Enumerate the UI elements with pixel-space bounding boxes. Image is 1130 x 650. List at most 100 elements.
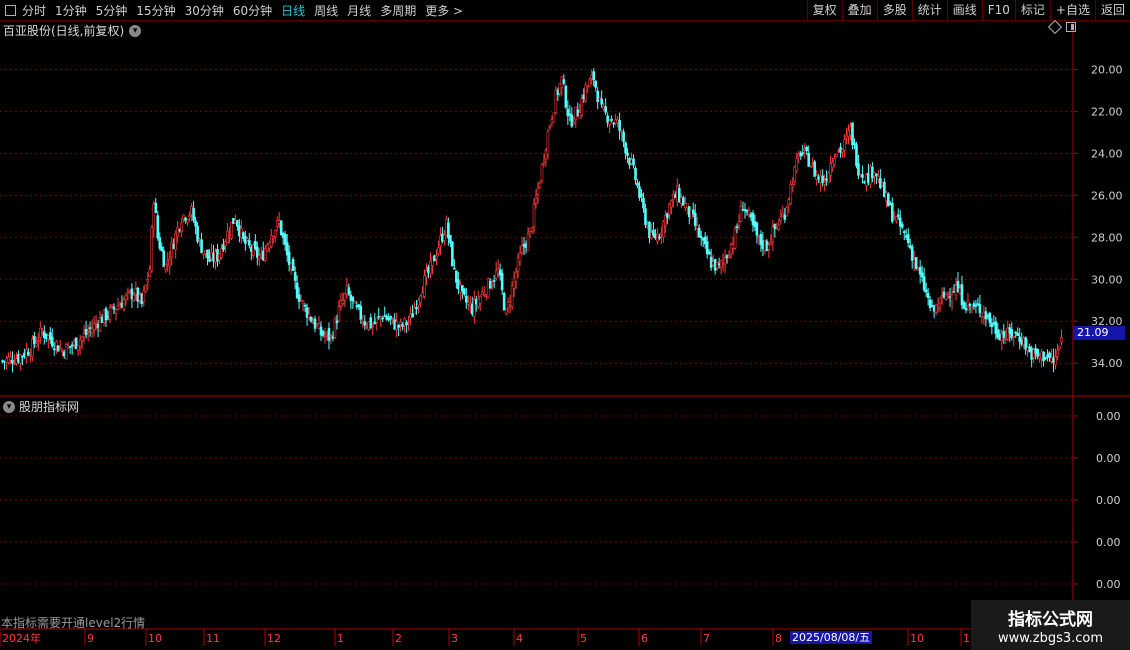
candle-body [78, 339, 82, 347]
candle-body [584, 84, 588, 101]
candle-body [39, 327, 42, 338]
candle-body [510, 285, 514, 307]
candle-body [1002, 331, 1006, 338]
watermark-url: www.zbgs3.com [997, 631, 1104, 646]
chevron-down-icon[interactable]: ▾ [129, 24, 142, 37]
x-tick-label: 2 [395, 632, 402, 645]
candle-body [273, 230, 277, 237]
candle-body [1036, 348, 1039, 357]
candle-body [230, 222, 233, 239]
candle-body [415, 307, 418, 310]
candle-body [492, 280, 496, 282]
candle-body [813, 161, 816, 177]
candle-body [604, 106, 607, 113]
candle-body [11, 359, 14, 364]
candle-body [767, 244, 771, 250]
candle-body [359, 305, 363, 320]
candle-body [465, 295, 468, 303]
candle-body [407, 320, 410, 323]
candle-body [287, 251, 291, 266]
candle-body [504, 309, 508, 314]
candle-body [733, 228, 737, 249]
x-tick-label: 11 [206, 632, 220, 645]
candle-body [200, 239, 203, 254]
candle-body [114, 309, 118, 314]
candle-body [13, 363, 16, 365]
indicator-note: 本指标需要开通level2行情 [1, 616, 146, 630]
candle-body [124, 294, 128, 301]
candle-body [536, 188, 540, 195]
candle-body [735, 226, 739, 228]
indicator-tick-label: 0.00 [1096, 578, 1121, 591]
candle-body [514, 271, 518, 282]
candle-body [194, 220, 197, 227]
candle-body [944, 294, 948, 300]
candle-body [186, 219, 189, 223]
y-tick-label: 22.00 [1091, 105, 1123, 118]
candle-body [914, 257, 918, 269]
candle-body [622, 131, 625, 142]
candle-body [652, 229, 655, 236]
candle-body [924, 289, 928, 293]
x-tick-label: 2024年 [2, 631, 41, 645]
candle-body [546, 130, 550, 155]
candle-body [327, 328, 331, 341]
candle-body [347, 287, 351, 295]
candle-body [60, 350, 64, 353]
candle-body [363, 321, 367, 326]
candle-body [164, 264, 168, 271]
candle-body [670, 200, 673, 208]
candle-body [588, 79, 592, 87]
candle-body [502, 292, 506, 311]
candle-body [110, 304, 114, 308]
chart-title: 百亚股份(日线,前复权) ▾ [3, 22, 142, 39]
candle-body [805, 146, 809, 152]
indicator-tick-label: 0.00 [1096, 536, 1121, 549]
candle-body [851, 122, 854, 146]
chevron-down-icon[interactable]: ▾ [3, 400, 15, 413]
candle-body [309, 317, 313, 322]
x-tick-label: 8 [775, 632, 782, 645]
kline-chart[interactable]: 34.0032.0030.0028.0026.0024.0022.0020.00… [0, 0, 1130, 650]
y-tick-label: 34.00 [1091, 357, 1123, 370]
candle-body [809, 166, 812, 168]
watermark-logo: 指标公式网 www.zbgs3.com [971, 600, 1130, 650]
candle-body [52, 348, 56, 351]
candle-body [188, 215, 191, 218]
candle-body [423, 275, 426, 297]
candle-body [894, 216, 898, 222]
candle-body [54, 341, 58, 347]
candle-body [80, 336, 84, 341]
candle-body [9, 356, 12, 361]
indicator-tick-label: 0.00 [1096, 410, 1121, 423]
diamond-icon[interactable] [1047, 19, 1063, 35]
candle-body [375, 317, 379, 323]
candle-body [313, 318, 317, 329]
candle-body [150, 227, 154, 272]
candle-body [236, 220, 239, 227]
candle-body [902, 231, 906, 233]
candle-body [397, 324, 400, 328]
x-tick-label: 1 [337, 632, 344, 645]
stock-title: 百亚股份(日线,前复权) [3, 24, 125, 38]
candle-body [843, 139, 846, 151]
candle-body [68, 346, 72, 348]
candle-body [564, 85, 568, 108]
candle-body [1044, 357, 1047, 359]
candle-body [112, 306, 116, 310]
candle-body [122, 299, 126, 310]
candle-body [301, 300, 305, 304]
candle-body [176, 227, 179, 237]
candle-body [162, 250, 166, 267]
panel-toggle-icon[interactable] [1066, 22, 1076, 32]
candle-body [58, 347, 62, 350]
candle-body [257, 255, 261, 260]
candle-body [861, 174, 864, 178]
candle-body [108, 307, 112, 320]
cursor-date: 2025/08/08/五 [790, 631, 873, 644]
candle-body [570, 114, 574, 127]
candle-body [451, 241, 454, 267]
candle-body [936, 306, 940, 310]
candle-body [435, 255, 438, 259]
candle-body [777, 224, 781, 230]
